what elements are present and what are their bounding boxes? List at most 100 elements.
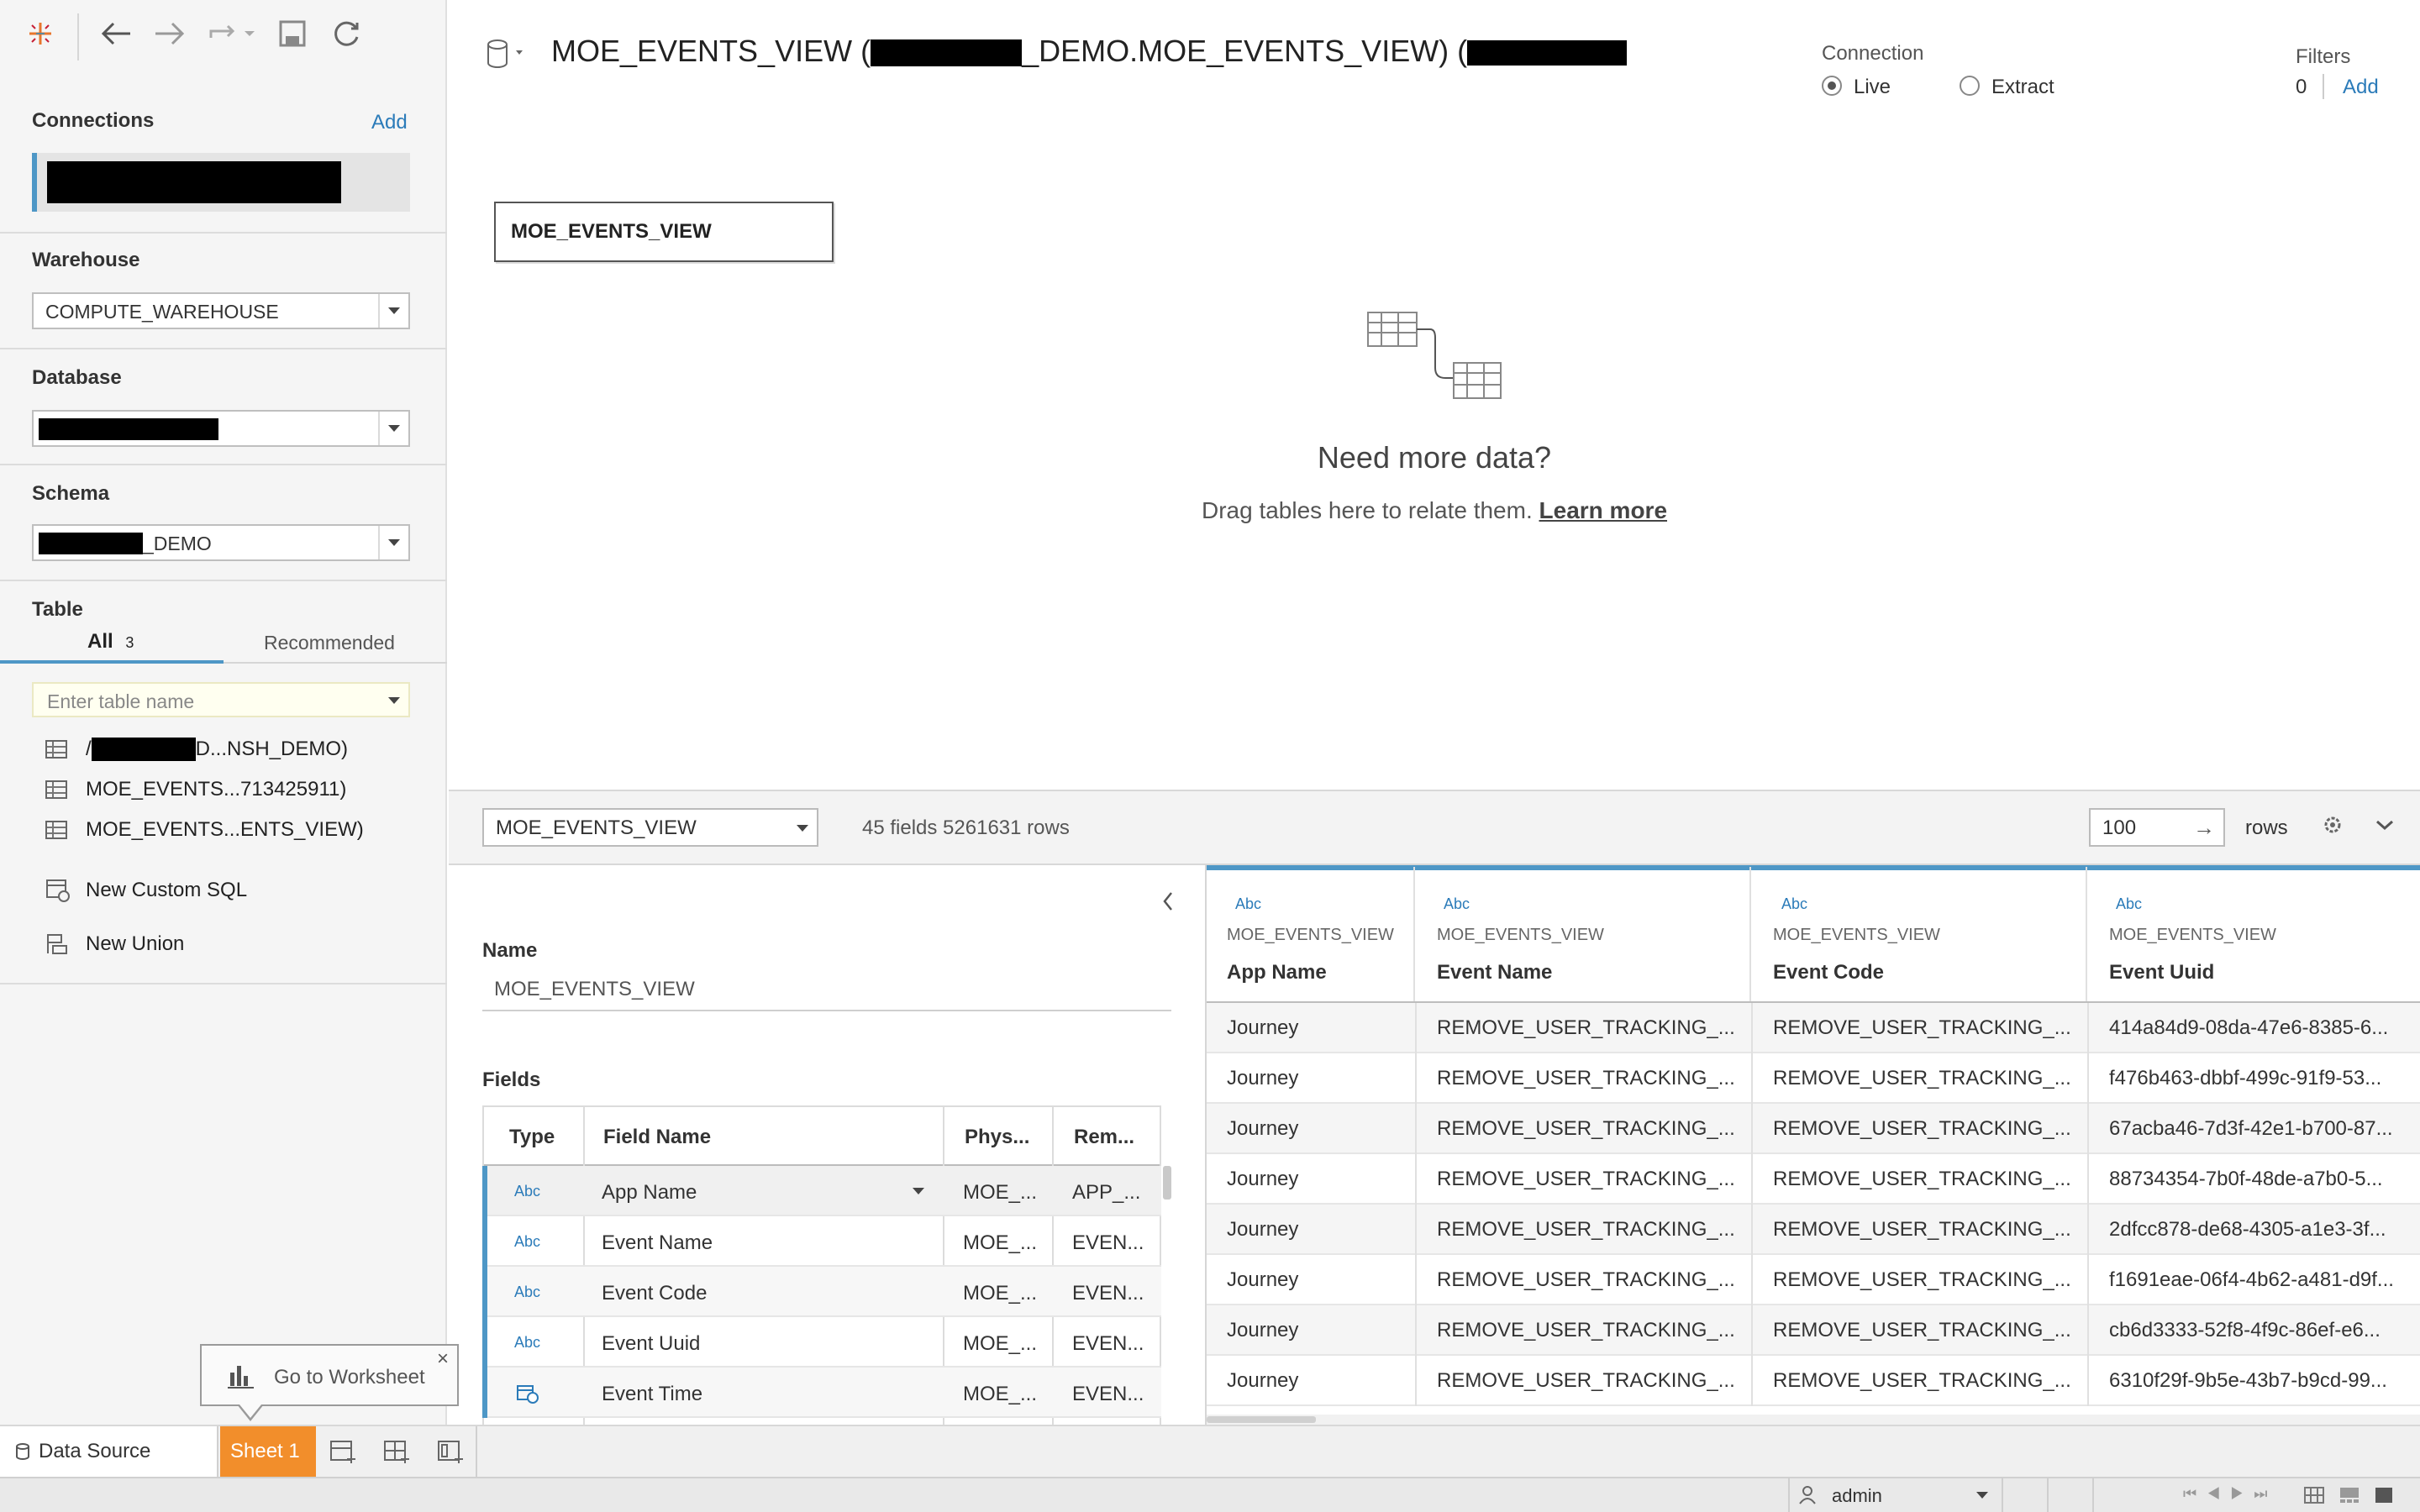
name-value: MOE_EVENTS_VIEW (494, 978, 695, 1000)
tooltip-pointer-fill (239, 1404, 261, 1418)
string-type-icon[interactable]: Abc (1781, 895, 1807, 913)
column-divider (1751, 1154, 1753, 1205)
fields-scrollbar[interactable] (1163, 1166, 1171, 1200)
gear-icon[interactable] (2321, 813, 2344, 841)
schema-heading: Schema (32, 482, 110, 505)
save-icon[interactable] (274, 15, 311, 52)
new-custom-sql-label: New Custom SQL (86, 879, 248, 901)
column-divider (2087, 1053, 2089, 1104)
canvas-table-card[interactable]: MOE_EVENTS_VIEW (494, 202, 834, 262)
field-row[interactable]: Abc App Name MOE_... APP_... (482, 1166, 1161, 1216)
collapse-left-icon[interactable] (1161, 890, 1175, 916)
string-type-icon[interactable]: Abc (514, 1233, 540, 1251)
col-type[interactable]: Type (509, 1126, 555, 1149)
row-accent (482, 1267, 487, 1317)
tab-all[interactable]: All 3 (0, 625, 224, 664)
grid-view-icon[interactable] (2304, 1487, 2324, 1504)
database-select[interactable] (32, 410, 410, 447)
go-to-worksheet-tooltip[interactable]: Go to Worksheet × (200, 1344, 459, 1406)
grid-column-header[interactable]: Abc MOE_EVENTS_VIEW Event Name (1417, 867, 1751, 1001)
column-divider (2087, 1305, 2089, 1356)
live-label[interactable]: Live (1854, 76, 1891, 99)
field-row[interactable]: Abc Event Uuid MOE_... EVEN... (482, 1317, 1161, 1368)
field-row[interactable]: Event Time MOE_... EVEN... (482, 1368, 1161, 1418)
field-row[interactable]: Abc Event Code MOE_... EVEN... (482, 1267, 1161, 1317)
remote-field: EVEN... (1072, 1231, 1144, 1254)
table-list-item[interactable]: MOE_EVENTS...713425911) (45, 773, 346, 806)
table-search-input[interactable]: Enter table name (32, 682, 410, 717)
string-type-icon[interactable]: Abc (514, 1284, 540, 1301)
warehouse-select[interactable]: COMPUTE_WAREHOUSE (32, 292, 410, 329)
table-list-item[interactable]: MOE_EVENTS...ENTS_VIEW) (45, 813, 364, 847)
toolbar-divider (77, 13, 79, 60)
table-row[interactable]: Journey REMOVE_USER_TRACKING_... REMOVE_US… (1207, 1205, 2420, 1255)
column-name: Event Uuid (2109, 961, 2215, 984)
chevron-down-icon[interactable] (1976, 1492, 1988, 1499)
table-row[interactable]: Journey REMOVE_USER_TRACKING_... REMOVE_US… (1207, 1104, 2420, 1154)
table-select-dropdown[interactable]: MOE_EVENTS_VIEW (482, 808, 818, 847)
column-divider (2087, 1255, 2089, 1305)
new-story-icon[interactable] (437, 1440, 466, 1469)
table-row[interactable]: Journey REMOVE_USER_TRACKING_... REMOVE_US… (1207, 1154, 2420, 1205)
column-divider (1751, 1104, 1753, 1154)
grid-column-header[interactable]: Abc MOE_EVENTS_VIEW Event Uuid (2089, 867, 2420, 1001)
table-row[interactable]: Journey REMOVE_USER_TRACKING_... REMOVE_US… (1207, 1053, 2420, 1104)
user-icon (1799, 1486, 1816, 1504)
table-row[interactable]: Journey REMOVE_USER_TRACKING_... REMOVE_US… (1207, 1003, 2420, 1053)
scrollbar-thumb[interactable] (1207, 1416, 1316, 1423)
table-list-item[interactable]: / D...NSH_DEMO) (45, 732, 348, 766)
col-remote[interactable]: Rem... (1074, 1126, 1134, 1149)
string-type-icon[interactable]: Abc (2116, 895, 2142, 913)
string-type-icon[interactable]: Abc (514, 1183, 540, 1200)
schema-select[interactable]: _DEMO (32, 524, 410, 561)
grid-column-header[interactable]: Abc MOE_EVENTS_VIEW Event Code (1753, 867, 2087, 1001)
datetime-type-icon[interactable] (516, 1383, 539, 1404)
column-divider (1751, 1003, 1753, 1053)
close-icon[interactable]: × (437, 1347, 449, 1371)
string-type-icon[interactable]: Abc (1235, 895, 1261, 913)
add-filter-link[interactable]: Add (2343, 76, 2379, 99)
field-row[interactable]: Abc Event Name MOE_... EVEN... (482, 1216, 1161, 1267)
new-custom-sql-item[interactable]: New Custom SQL (45, 874, 247, 907)
extract-label[interactable]: Extract (1991, 76, 2054, 99)
chevron-down-icon[interactable] (913, 1188, 924, 1194)
table-row[interactable]: Journey REMOVE_USER_TRACKING_... REMOVE_US… (1207, 1255, 2420, 1305)
string-type-icon[interactable]: Abc (514, 1334, 540, 1352)
learn-more-link[interactable]: Learn more (1539, 497, 1668, 523)
datasource-icon[interactable] (486, 39, 528, 73)
grid-horizontal-scrollbar[interactable] (1207, 1415, 2420, 1425)
empty-state-title: Need more data? (1317, 440, 1552, 475)
forward-arrow-icon[interactable] (151, 15, 188, 52)
refresh-icon[interactable] (328, 15, 365, 52)
add-connection-link[interactable]: Add (371, 111, 408, 134)
sheet-navigation-icons[interactable]: ⏮◀▶⏭ (2183, 1485, 2278, 1503)
new-worksheet-icon[interactable] (329, 1440, 358, 1469)
back-arrow-icon[interactable] (97, 15, 134, 52)
tab-data-source[interactable]: Data Source (0, 1426, 218, 1477)
col-field-name[interactable]: Field Name (603, 1126, 711, 1149)
grid-column-header[interactable]: Abc MOE_EVENTS_VIEW App Name (1207, 867, 1415, 1001)
col-physical[interactable]: Phys... (965, 1126, 1029, 1149)
new-union-item[interactable]: New Union (45, 927, 184, 961)
tab-recommended[interactable]: Recommended (224, 625, 447, 664)
user-name[interactable]: admin (1832, 1485, 1882, 1507)
rows-limit-input[interactable]: 100 → (2089, 808, 2225, 847)
extract-radio[interactable] (1960, 76, 1980, 96)
tabs-view-icon[interactable] (2375, 1487, 2393, 1504)
string-type-icon[interactable]: Abc (1444, 895, 1470, 913)
tab-sheet-1[interactable]: Sheet 1 (220, 1426, 316, 1477)
table-row[interactable]: Journey REMOVE_USER_TRACKING_... REMOVE_US… (1207, 1356, 2420, 1406)
field-name: App Name (602, 1181, 697, 1204)
collapse-chevron-icon[interactable] (2375, 816, 2395, 837)
filmstrip-view-icon[interactable] (2339, 1487, 2360, 1504)
new-dashboard-icon[interactable] (383, 1440, 412, 1469)
name-input[interactable]: MOE_EVENTS_VIEW (482, 971, 1171, 1011)
redo-icon[interactable] (205, 15, 260, 52)
connection-item[interactable] (32, 153, 410, 212)
enter-arrow-icon[interactable]: → (2193, 815, 2215, 841)
table-row[interactable]: Journey REMOVE_USER_TRACKING_... REMOVE_US… (1207, 1305, 2420, 1356)
tableau-logo-icon[interactable] (22, 15, 59, 52)
live-radio[interactable] (1822, 76, 1842, 96)
datasource-title[interactable]: MOE_EVENTS_VIEW (_DEMO.MOE_EVENTS_VIEW) … (551, 34, 1628, 69)
table-cell: REMOVE_USER_TRACKING_... (1773, 1168, 2071, 1190)
